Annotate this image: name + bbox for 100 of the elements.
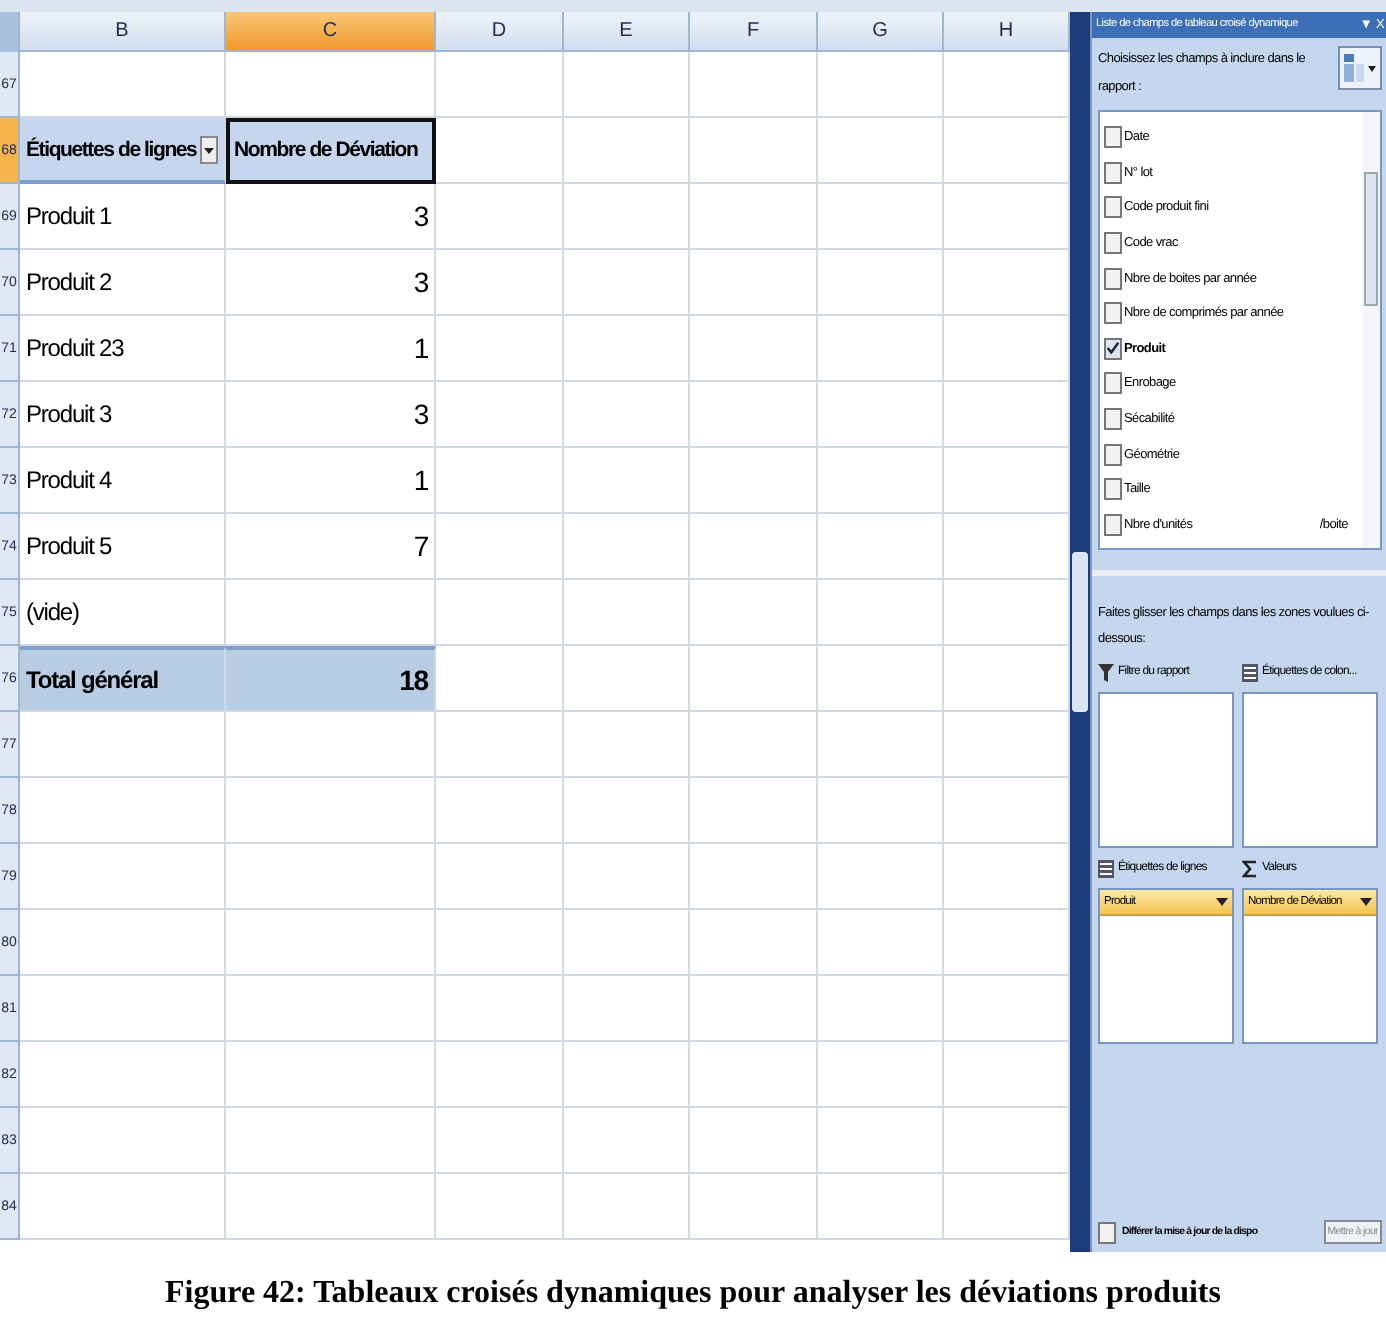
table-cell bbox=[690, 646, 818, 712]
table-cell bbox=[436, 184, 564, 250]
column-header[interactable]: E bbox=[564, 12, 690, 52]
table-cell bbox=[564, 976, 690, 1042]
table-cell: 3 bbox=[226, 250, 436, 316]
table-cell bbox=[436, 514, 564, 580]
table-cell: Produit 3 bbox=[20, 382, 226, 448]
table-cell bbox=[436, 1174, 564, 1240]
table-cell: Produit 23 bbox=[20, 316, 226, 382]
table-cell bbox=[564, 118, 690, 184]
table-cell bbox=[690, 382, 818, 448]
table-cell bbox=[564, 1108, 690, 1174]
table-cell: 3 bbox=[226, 184, 436, 250]
sigma-icon bbox=[1242, 859, 1258, 877]
table-cell bbox=[564, 712, 690, 778]
table-cell bbox=[690, 778, 818, 844]
table-cell bbox=[436, 712, 564, 778]
table-cell bbox=[564, 910, 690, 976]
column-header[interactable]: G bbox=[818, 12, 944, 52]
table-cell bbox=[690, 976, 818, 1042]
table-cell bbox=[564, 1174, 690, 1240]
table-cell bbox=[818, 184, 944, 250]
table-cell bbox=[818, 250, 944, 316]
table-cell bbox=[564, 580, 690, 646]
field-checkbox[interactable] bbox=[1104, 302, 1122, 325]
column-header[interactable]: D bbox=[436, 12, 564, 52]
table-cell bbox=[564, 448, 690, 514]
table-cell: Produit 4 bbox=[20, 448, 226, 514]
scrollbar[interactable] bbox=[1362, 112, 1380, 548]
fields-layout-icon bbox=[1342, 52, 1378, 84]
table-cell bbox=[818, 448, 944, 514]
table-cell bbox=[436, 382, 564, 448]
table-cell bbox=[564, 382, 690, 448]
table-cell bbox=[436, 976, 564, 1042]
table-cell bbox=[818, 646, 944, 712]
field-checkbox[interactable] bbox=[1104, 161, 1122, 184]
table-cell bbox=[564, 514, 690, 580]
table-cell bbox=[564, 250, 690, 316]
drop-zone[interactable] bbox=[1242, 692, 1378, 848]
table-cell bbox=[818, 1108, 944, 1174]
table-cell bbox=[818, 382, 944, 448]
field-checkbox[interactable] bbox=[1104, 337, 1122, 360]
table-cell bbox=[436, 316, 564, 382]
table-cell bbox=[436, 118, 564, 184]
table-cell bbox=[690, 184, 818, 250]
field-checkbox[interactable] bbox=[1104, 408, 1122, 431]
column-header[interactable]: F bbox=[690, 12, 818, 52]
layout-button[interactable] bbox=[1338, 46, 1382, 90]
column-header[interactable]: C bbox=[226, 12, 436, 52]
defer-checkbox[interactable] bbox=[1098, 1221, 1116, 1243]
table-cell bbox=[690, 118, 818, 184]
table-cell bbox=[436, 1042, 564, 1108]
table-cell bbox=[690, 844, 818, 910]
table-cell bbox=[818, 844, 944, 910]
table-cell bbox=[564, 778, 690, 844]
filter-dropdown-icon[interactable] bbox=[200, 135, 219, 163]
table-cell bbox=[564, 52, 690, 118]
table-cell: Produit 1 bbox=[20, 184, 226, 250]
table-cell bbox=[564, 316, 690, 382]
scrollbar[interactable] bbox=[1070, 12, 1090, 1252]
field-checkbox[interactable] bbox=[1104, 513, 1122, 536]
table-cell bbox=[436, 778, 564, 844]
table-cell bbox=[818, 1042, 944, 1108]
table-cell: 1 bbox=[226, 316, 436, 382]
table-cell bbox=[436, 52, 564, 118]
field-checkbox[interactable] bbox=[1104, 232, 1122, 255]
field-checkbox[interactable] bbox=[1104, 267, 1122, 290]
filter-icon bbox=[1098, 663, 1114, 681]
table-cell: 18 bbox=[226, 646, 436, 712]
table-cell bbox=[436, 250, 564, 316]
table-cell bbox=[690, 910, 818, 976]
table-cell: Produit 2 bbox=[20, 250, 226, 316]
field-checkbox[interactable] bbox=[1104, 443, 1122, 466]
header-label: Étiquettes de lignes bbox=[26, 137, 197, 161]
table-cell bbox=[564, 184, 690, 250]
column-header[interactable]: B bbox=[20, 12, 226, 52]
field-checkbox[interactable] bbox=[1104, 478, 1122, 501]
table-cell bbox=[818, 580, 944, 646]
table-cell bbox=[818, 1174, 944, 1240]
field-checkbox[interactable] bbox=[1104, 196, 1122, 219]
field-checkbox[interactable] bbox=[1104, 372, 1122, 395]
table-cell bbox=[436, 646, 564, 712]
figure-caption: Figure 42: Tableaux croisés dynamiques pour analyser les déviations produits bbox=[163, 1274, 1223, 1312]
column-header[interactable]: H bbox=[944, 12, 1070, 52]
caret-icon bbox=[1360, 897, 1372, 907]
table-cell bbox=[436, 910, 564, 976]
table-cell bbox=[818, 118, 944, 184]
table-cell bbox=[818, 514, 944, 580]
table-cell bbox=[564, 1042, 690, 1108]
table-cell bbox=[436, 580, 564, 646]
table-cell bbox=[818, 910, 944, 976]
table-cell: Total général bbox=[20, 646, 226, 712]
table-cell bbox=[564, 646, 690, 712]
table-cell bbox=[690, 316, 818, 382]
table-cell bbox=[818, 316, 944, 382]
table-cell bbox=[690, 448, 818, 514]
drop-zone[interactable] bbox=[1098, 692, 1234, 848]
table-cell bbox=[690, 1042, 818, 1108]
table-cell bbox=[564, 844, 690, 910]
field-checkbox[interactable] bbox=[1104, 126, 1122, 149]
